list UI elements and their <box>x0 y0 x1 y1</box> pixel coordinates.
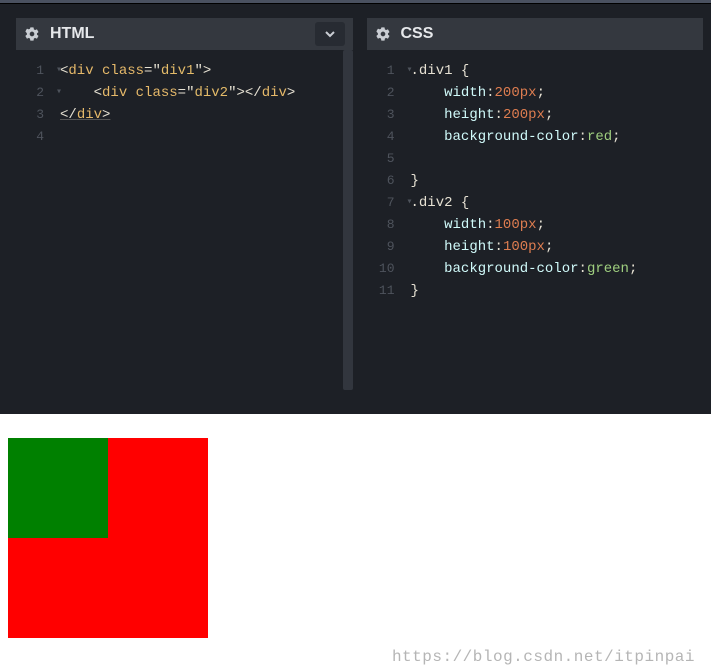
line-number: 2 <box>16 82 44 104</box>
gear-icon[interactable] <box>375 26 391 42</box>
scrollbar-thumb[interactable] <box>343 50 353 390</box>
css-code[interactable]: .div1 { width:200px; height:200px; backg… <box>403 50 704 414</box>
html-panel: HTML 1 2 3 4 ▾ ▾ <div class="div1"> <div… <box>16 18 353 414</box>
editor-panels: HTML 1 2 3 4 ▾ ▾ <div class="div1"> <div… <box>0 4 711 414</box>
line-number: 7 <box>367 192 395 214</box>
css-panel-title: CSS <box>401 25 434 43</box>
html-panel-title: HTML <box>50 25 94 43</box>
html-gutter: 1 2 3 4 <box>16 50 52 414</box>
line-number: 3 <box>16 104 44 126</box>
css-gutter: 1 2 3 4 5 6 7 8 9 10 11 <box>367 50 403 414</box>
html-code[interactable]: <div class="div1"> <div class="div2"></d… <box>52 50 353 414</box>
preview-area: https://blog.csdn.net/itpinpai <box>0 414 711 672</box>
preview-div1 <box>8 438 208 638</box>
fold-marker-icon[interactable]: ▾ <box>56 86 62 98</box>
css-panel: CSS 1 2 3 4 5 6 7 8 9 10 11 ▾ ▾ .div1 { … <box>367 18 704 414</box>
fold-marker-icon[interactable]: ▾ <box>56 64 62 76</box>
css-editor[interactable]: 1 2 3 4 5 6 7 8 9 10 11 ▾ ▾ .div1 { widt… <box>367 50 704 414</box>
html-editor[interactable]: 1 2 3 4 ▾ ▾ <div class="div1"> <div clas… <box>16 50 353 414</box>
line-number: 8 <box>367 214 395 236</box>
preview-div2 <box>8 438 108 538</box>
line-number: 4 <box>367 126 395 148</box>
html-panel-menu-button[interactable] <box>315 22 345 46</box>
fold-marker-icon[interactable]: ▾ <box>407 64 413 76</box>
line-number: 4 <box>16 126 44 148</box>
css-panel-header: CSS <box>367 18 704 50</box>
line-number: 11 <box>367 280 395 302</box>
gear-icon[interactable] <box>24 26 40 42</box>
line-number: 9 <box>367 236 395 258</box>
line-number: 6 <box>367 170 395 192</box>
line-number: 5 <box>367 148 395 170</box>
line-number: 10 <box>367 258 395 280</box>
line-number: 2 <box>367 82 395 104</box>
line-number: 1 <box>367 60 395 82</box>
watermark-text: https://blog.csdn.net/itpinpai <box>392 648 695 666</box>
line-number: 3 <box>367 104 395 126</box>
fold-marker-icon[interactable]: ▾ <box>407 196 413 208</box>
line-number: 1 <box>16 60 44 82</box>
html-panel-header: HTML <box>16 18 353 50</box>
